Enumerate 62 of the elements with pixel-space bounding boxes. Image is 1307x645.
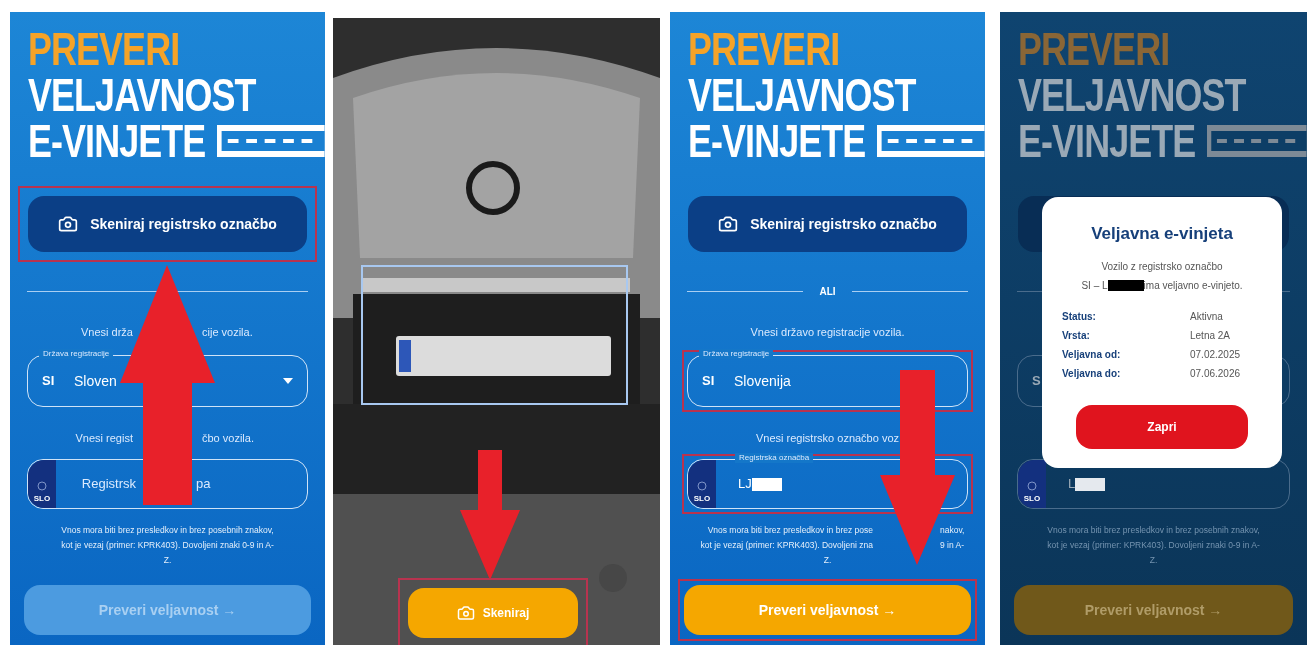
hint-text: kot je vezaj (primer: KPRK403). Dovoljeni znaki 0-9 in A-	[61, 539, 274, 552]
field-label: Država registracije	[699, 349, 774, 359]
country-label: SLO	[693, 494, 711, 503]
detail-label: Veljavna do:	[1062, 366, 1122, 381]
field-label: Država registracije	[39, 349, 114, 359]
scan-plate-button[interactable]: Skeniraj registrsko označbo	[688, 196, 967, 252]
title-line: VELJAVNOST	[688, 72, 916, 118]
country-prompt: cije vozila.	[202, 325, 253, 340]
hint-text: Z.	[1149, 554, 1158, 567]
detail-label: Veljavna od:	[1062, 347, 1122, 362]
hint-text: 9 in A-	[940, 539, 965, 552]
close-button[interactable]: Zapri	[1076, 404, 1248, 449]
hint-text: Vnos mora biti brez presledkov in brez posebnih znakov,	[1047, 524, 1260, 537]
field-label: Registrska označba	[735, 453, 814, 463]
country-code: SI	[702, 372, 716, 391]
dialog-message: Vozilo z registrsko označbo	[1101, 259, 1223, 274]
hint-text: Z.	[823, 554, 832, 567]
hint-text: Vnos mora biti brez presledkov in brez posebnih znakov,	[61, 524, 274, 537]
hint-text: nakov,	[940, 524, 965, 537]
dialog-title: Veljavna e-vinjeta	[1091, 223, 1233, 245]
dialog-message: SI – L	[1081, 278, 1108, 293]
title-line: VELJAVNOST	[28, 72, 256, 118]
country-value: Slovenija	[734, 371, 791, 391]
plate-prompt: čbo vozila.	[202, 431, 254, 446]
camera-icon	[718, 214, 739, 234]
camera-icon	[456, 604, 475, 622]
country-prompt: Vnesi državo registracije vozila.	[750, 325, 905, 340]
camera-icon	[58, 214, 79, 234]
title-line: VELJAVNOST	[1018, 72, 1246, 118]
plate-value: L	[1068, 475, 1076, 494]
detail-value: Aktivna	[1190, 309, 1224, 324]
country-label: SLO	[1023, 494, 1041, 503]
detail-value: Letna 2A	[1190, 328, 1232, 343]
title-line: E-VINJETE	[28, 118, 206, 164]
country-label: SLO	[33, 494, 51, 503]
title-line: E-VINJETE	[1018, 118, 1196, 164]
detail-value: 07.02.2025	[1190, 347, 1242, 362]
detail-label: Status:	[1062, 309, 1097, 324]
country-code: SI	[42, 372, 56, 391]
hint-text: kot je vezaj (primer: KPRK403). Dovoljeni znaki 0-9 in A-	[1047, 539, 1260, 552]
title-line: E-VINJETE	[688, 118, 866, 164]
title-accent: PREVERI	[1018, 26, 1170, 72]
plate-prompt: Vnesi regist	[75, 431, 133, 446]
hint-text: Vnos mora biti brez presledkov in brez pose	[707, 524, 873, 537]
title-accent: PREVERI	[688, 26, 840, 72]
title-accent: PREVERI	[28, 26, 180, 72]
scan-plate-button[interactable]: Skeniraj registrsko označbo	[28, 196, 307, 252]
check-validity-button[interactable]: Preveri veljavnost →	[1014, 585, 1293, 635]
detail-value: 07.06.2026	[1190, 366, 1242, 381]
plate-placeholder: Registrsk	[81, 475, 136, 494]
plate-placeholder: pa	[196, 475, 212, 494]
hint-text: Z.	[163, 554, 172, 567]
country-code: S	[1032, 372, 1042, 391]
plate-value: LJ	[738, 475, 752, 494]
country-prompt: Vnesi drža	[81, 325, 133, 340]
dialog-message: ima veljavno e-vinjeto.	[1143, 278, 1243, 293]
country-value: Sloven	[74, 371, 117, 391]
caret-icon	[283, 378, 293, 384]
plate-prompt: Vnesi registrsko označbo voz	[755, 431, 900, 446]
divider-label: ALI	[819, 284, 836, 299]
detail-label: Vrsta:	[1062, 328, 1091, 343]
hint-text: kot je vezaj (primer: KPRK403). Dovoljeni zna	[700, 539, 873, 552]
